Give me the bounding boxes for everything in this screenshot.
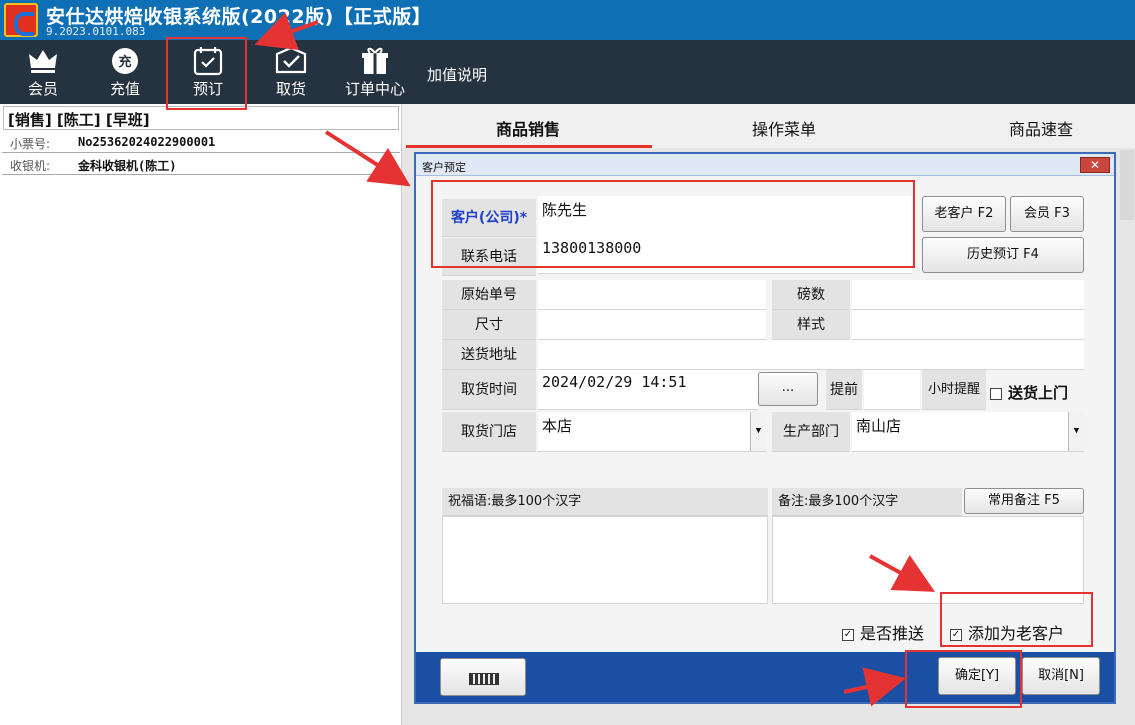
recharge-icon-glyph: 充 — [118, 55, 132, 70]
original-number-label: 原始单号 — [442, 280, 536, 310]
annotation-box-customer — [431, 180, 915, 268]
production-dept-select[interactable]: 南山店 ▼ — [852, 412, 1084, 452]
receipt-number-label: 小票号: — [10, 137, 51, 151]
style-input[interactable] — [852, 310, 1084, 340]
sale-info-panel: [销售] [陈工] [早班] 小票号: No25362024022900001 … — [0, 104, 402, 725]
old-customer-button[interactable]: 老客户 F2 — [922, 196, 1006, 232]
delivery-checkbox-label: 送货上门 — [1008, 384, 1069, 402]
size-input[interactable] — [538, 310, 766, 340]
size-label: 尺寸 — [442, 310, 536, 340]
toolbar-pickup-label: 取货 — [275, 80, 306, 98]
production-dept-label: 生产部门 — [772, 412, 850, 452]
pickup-time-label: 取货时间 — [442, 370, 536, 410]
toolbar-recharge-button[interactable]: 充 充值 — [90, 42, 160, 102]
title-bar: 安仕达烘焙收银系统版(2022版)【正式版】 9.2023.0101.083 — [0, 0, 1135, 40]
tab-product-lookup[interactable]: 商品速查 — [1009, 116, 1073, 140]
advance-label: 提前 — [826, 370, 862, 410]
push-checkbox-box[interactable]: ✓ — [842, 628, 854, 641]
scrollbar[interactable] — [1120, 150, 1134, 220]
chevron-down-icon[interactable]: ▼ — [750, 412, 766, 451]
receipt-number-value: No25362024022900001 — [78, 135, 216, 149]
remark-label: 备注:最多100个汉字 — [772, 488, 962, 516]
style-label: 样式 — [772, 310, 850, 340]
toolbar-member-label: 会员 — [27, 80, 58, 98]
recharge-icon: 充 — [108, 46, 142, 76]
cancel-button[interactable]: 取消[N] — [1022, 657, 1100, 695]
advance-hours-input[interactable] — [864, 370, 920, 410]
blessing-label: 祝福语:最多100个汉字 — [442, 488, 768, 516]
pickup-store-label: 取货门店 — [442, 412, 536, 452]
member-button[interactable]: 会员 F3 — [1010, 196, 1084, 232]
app-version: 9.2023.0101.083 — [46, 25, 146, 38]
dialog-title: 客户预定 — [422, 161, 466, 174]
annotation-box-add-old-customer — [940, 592, 1093, 647]
toolbar-member-button[interactable]: 会员 — [8, 42, 78, 102]
pickup-time-picker-button[interactable]: ... — [758, 372, 818, 406]
blessing-textarea[interactable] — [442, 516, 768, 604]
keyboard-icon — [469, 673, 499, 685]
common-remark-button[interactable]: 常用备注 F5 — [964, 488, 1084, 514]
pickup-store-select[interactable]: 本店 ▼ — [538, 412, 766, 452]
keyboard-button[interactable] — [440, 658, 526, 696]
pounds-input[interactable] — [852, 280, 1084, 310]
toolbar-order-center-label: 订单中心 — [344, 80, 405, 98]
dialog-title-bar: 客户预定 ✕ — [416, 154, 1114, 176]
tab-operation-menu[interactable]: 操作菜单 — [752, 116, 816, 140]
original-number-input[interactable] — [538, 280, 766, 310]
main-tabs: 商品销售 操作菜单 商品速查 — [402, 104, 1135, 148]
close-icon[interactable]: ✕ — [1080, 157, 1110, 173]
annotation-box-confirm — [905, 650, 1022, 708]
pounds-label: 磅数 — [772, 280, 850, 310]
hour-remind-label: 小时提醒 — [922, 370, 986, 410]
delivery-checkbox[interactable]: 送货上门 — [990, 382, 1068, 403]
production-dept-value: 南山店 — [856, 417, 902, 435]
cash-register-value: 金科收银机(陈工) — [78, 159, 177, 173]
tab-product-sales[interactable]: 商品销售 — [496, 116, 560, 140]
remark-textarea[interactable] — [772, 516, 1084, 604]
toolbar-order-center-button[interactable]: 订单中心 — [338, 42, 412, 102]
delivery-address-label: 送货地址 — [442, 340, 536, 370]
pickup-time-input[interactable]: 2024/02/29 14:51 — [538, 370, 758, 410]
crown-icon — [26, 46, 60, 76]
annotation-box-reservation — [166, 37, 247, 110]
toolbar-value-added-button[interactable]: 加值说明 — [420, 42, 494, 102]
pickup-store-value: 本店 — [542, 417, 573, 435]
history-reservation-button[interactable]: 历史预订 F4 — [922, 237, 1084, 273]
pickup-box-icon — [274, 46, 308, 76]
toolbar-value-added-label: 加值说明 — [426, 66, 487, 84]
delivery-checkbox-box[interactable] — [990, 387, 1002, 400]
toolbar-recharge-label: 充值 — [109, 80, 140, 98]
chevron-down-icon[interactable]: ▼ — [1068, 412, 1084, 451]
push-checkbox[interactable]: ✓ 是否推送 — [842, 620, 924, 644]
push-checkbox-label: 是否推送 — [860, 624, 925, 643]
cash-register-label: 收银机: — [10, 159, 51, 173]
receipt-number-row: 小票号: No25362024022900001 — [2, 132, 400, 153]
app-logo-icon — [4, 3, 38, 37]
delivery-address-input[interactable] — [538, 340, 1084, 370]
cash-register-row: 收银机: 金科收银机(陈工) — [2, 154, 400, 175]
gift-icon — [358, 46, 392, 76]
toolbar-pickup-button[interactable]: 取货 — [256, 42, 326, 102]
